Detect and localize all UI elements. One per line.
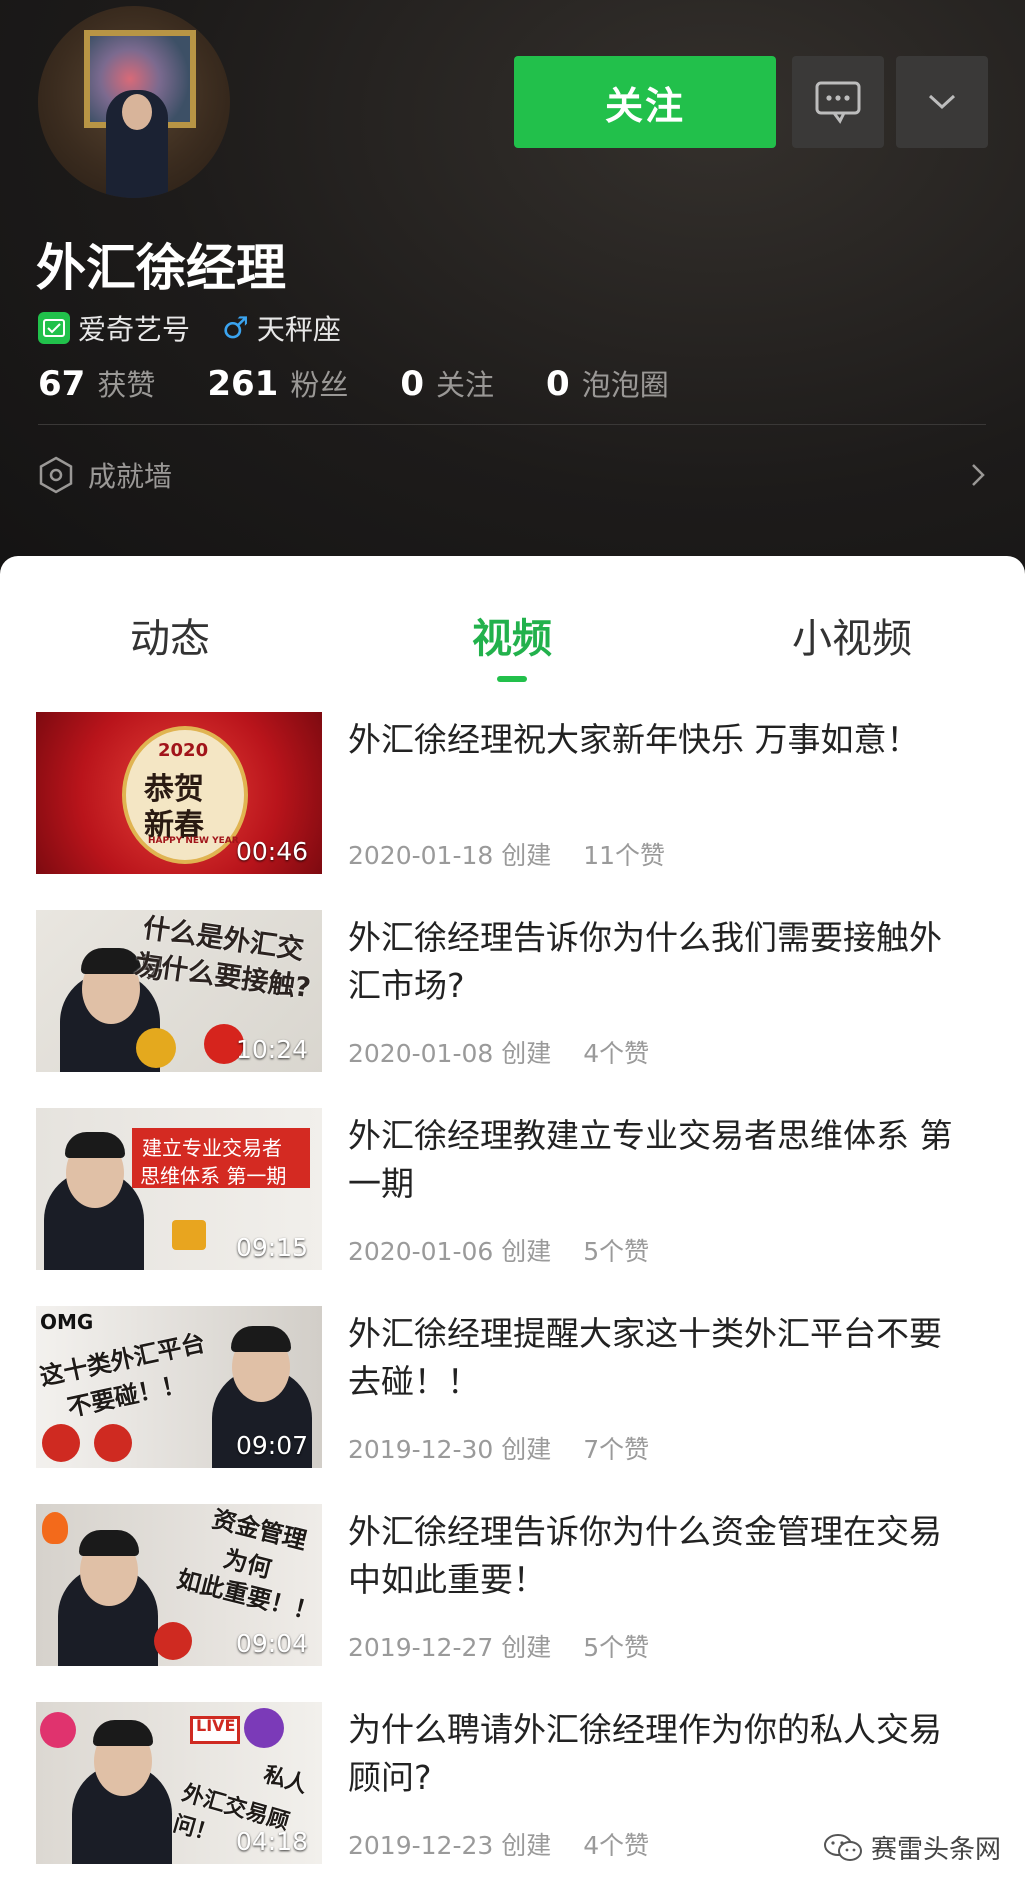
- tab-bar: 动态 视频 小视频: [0, 606, 1025, 676]
- video-thumbnail[interactable]: 2020 恭贺 新春 HAPPY NEW YEAR 00:46: [36, 712, 322, 874]
- video-meta: 2019-12-27 创建 5个赞: [348, 1628, 681, 1664]
- video-item[interactable]: 2020 恭贺 新春 HAPPY NEW YEAR 00:46 外汇徐经理祝大家…: [0, 712, 1025, 878]
- zodiac-label: 天秤座: [256, 313, 341, 346]
- video-meta: 2020-01-18 创建 11个赞: [348, 836, 697, 872]
- video-item[interactable]: 建立专业交易者 思维体系 第一期 09:15 外汇徐经理教建立专业交易者思维体系…: [0, 1108, 1025, 1274]
- video-title[interactable]: 外汇徐经理告诉你为什么资金管理在交易中如此重要！: [348, 1508, 960, 1604]
- video-likes: 4个赞: [583, 1831, 650, 1860]
- video-thumbnail[interactable]: 什么是外汇交易 为什么要接触? 10:24: [36, 910, 322, 1072]
- video-date: 2020-01-06 创建: [348, 1237, 552, 1266]
- stat-likes[interactable]: 67 获赞: [38, 362, 155, 404]
- tab-short-videos[interactable]: 小视频: [792, 606, 912, 664]
- video-title[interactable]: 外汇徐经理教建立专业交易者思维体系 第一期: [348, 1112, 960, 1208]
- video-date: 2019-12-23 创建: [348, 1831, 552, 1860]
- tab-feed[interactable]: 动态: [130, 606, 210, 664]
- video-likes: 11个赞: [583, 841, 666, 870]
- divider: [38, 424, 986, 425]
- video-duration: 00:46: [235, 837, 308, 866]
- video-date: 2019-12-27 创建: [348, 1633, 552, 1662]
- video-list: 2020 恭贺 新春 HAPPY NEW YEAR 00:46 外汇徐经理祝大家…: [0, 712, 1025, 1900]
- video-likes: 5个赞: [583, 1237, 650, 1266]
- video-title[interactable]: 外汇徐经理祝大家新年快乐 万事如意！: [348, 716, 960, 764]
- video-date: 2020-01-18 创建: [348, 841, 552, 870]
- achievement-wall-row[interactable]: 成就墙: [38, 454, 986, 496]
- video-duration: 10:24: [235, 1035, 308, 1064]
- video-likes: 7个赞: [583, 1435, 650, 1464]
- tab-videos[interactable]: 视频: [472, 606, 552, 664]
- video-title[interactable]: 为什么聘请外汇徐经理作为你的私人交易顾问?: [348, 1706, 960, 1802]
- profile-stats: 67 获赞 261 粉丝 0 关注 0 泡泡圈: [38, 362, 721, 404]
- wechat-icon: [823, 1833, 862, 1861]
- more-options-button[interactable]: [896, 56, 988, 148]
- profile-badges: 爱奇艺号 ♂ 天秤座: [38, 308, 341, 348]
- stat-following[interactable]: 0 关注: [400, 362, 494, 404]
- video-item[interactable]: 资金管理 为何 如此重要！！ 09:04 外汇徐经理告诉你为什么资金管理在交易中…: [0, 1504, 1025, 1670]
- video-title[interactable]: 外汇徐经理告诉你为什么我们需要接触外汇市场?: [348, 914, 960, 1010]
- achievement-wall-label: 成就墙: [88, 460, 173, 493]
- video-item[interactable]: OMG 这十类外汇平台 不要碰！！ 09:07 外汇徐经理提醒大家这十类外汇平台…: [0, 1306, 1025, 1472]
- video-duration: 04:18: [235, 1827, 308, 1856]
- hexagon-badge-icon: [39, 456, 73, 494]
- chevron-down-icon: [928, 94, 956, 110]
- username: 外汇徐经理: [36, 239, 286, 297]
- video-duration: 09:07: [235, 1431, 308, 1460]
- video-likes: 4个赞: [583, 1039, 650, 1068]
- iqiyi-badge-icon: [38, 312, 70, 344]
- chat-icon: [815, 81, 861, 124]
- avatar[interactable]: [38, 6, 230, 198]
- video-meta: 2019-12-30 创建 7个赞: [348, 1430, 681, 1466]
- message-button[interactable]: [792, 56, 884, 148]
- video-item[interactable]: 什么是外汇交易 为什么要接触? 10:24 外汇徐经理告诉你为什么我们需要接触外…: [0, 910, 1025, 1076]
- video-meta: 2020-01-08 创建 4个赞: [348, 1034, 681, 1070]
- male-icon: ♂: [222, 310, 249, 346]
- video-thumbnail[interactable]: OMG 这十类外汇平台 不要碰！！ 09:07: [36, 1306, 322, 1468]
- active-tab-indicator: [497, 676, 527, 682]
- video-likes: 5个赞: [583, 1633, 650, 1662]
- video-duration: 09:15: [235, 1233, 308, 1262]
- badge-label: 爱奇艺号: [78, 313, 191, 346]
- video-title[interactable]: 外汇徐经理提醒大家这十类外汇平台不要去碰！！: [348, 1310, 960, 1406]
- video-thumbnail[interactable]: LIVE 私人 外汇交易顾问！ 04:18: [36, 1702, 322, 1864]
- chevron-right-icon: [972, 464, 985, 486]
- content-panel: 动态 视频 小视频 2020 恭贺 新春 HAPPY NEW YEAR 00:4…: [0, 556, 1025, 1882]
- video-meta: 2019-12-23 创建 4个赞: [348, 1826, 681, 1862]
- video-duration: 09:04: [235, 1629, 308, 1658]
- watermark-label: 赛雷头条网: [870, 1835, 1001, 1865]
- profile-header: 关注 外汇徐经理 爱奇艺号 ♂ 天秤座 67 获赞 261 粉丝 0 关注 0 …: [0, 0, 1025, 600]
- stat-bubble-circle[interactable]: 0 泡泡圈: [546, 362, 669, 404]
- video-date: 2019-12-30 创建: [348, 1435, 552, 1464]
- watermark: 赛雷头条网: [823, 1829, 1001, 1866]
- video-thumbnail[interactable]: 建立专业交易者 思维体系 第一期 09:15: [36, 1108, 322, 1270]
- video-date: 2020-01-08 创建: [348, 1039, 552, 1068]
- video-thumbnail[interactable]: 资金管理 为何 如此重要！！ 09:04: [36, 1504, 322, 1666]
- video-meta: 2020-01-06 创建 5个赞: [348, 1232, 681, 1268]
- follow-button[interactable]: 关注: [514, 56, 776, 148]
- stat-fans[interactable]: 261 粉丝: [207, 362, 348, 404]
